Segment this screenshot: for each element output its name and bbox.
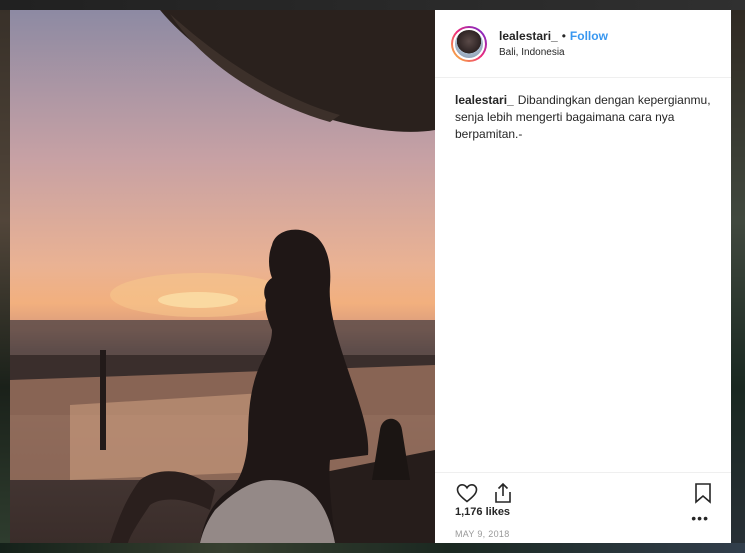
share-icon[interactable]	[491, 481, 515, 505]
heart-icon[interactable]	[455, 481, 479, 505]
location-link[interactable]: Bali, Indonesia	[499, 47, 608, 58]
sunset-photo-illustration	[10, 10, 435, 543]
like-count[interactable]: 1,176 likes	[455, 506, 510, 518]
post-caption: lealestari_ Dibandingkan dengan kepergian…	[435, 78, 731, 143]
post-photo[interactable]	[10, 10, 435, 543]
follow-button[interactable]: Follow	[570, 29, 608, 43]
post-date: MAY 9, 2018	[455, 529, 510, 539]
separator-dot: •	[561, 29, 566, 43]
post-sidebar: lealestari_ • Follow Bali, Indonesia lea…	[435, 10, 731, 543]
more-options-icon[interactable]: •••	[691, 510, 709, 526]
bookmark-icon[interactable]	[691, 481, 715, 505]
post-header: lealestari_ • Follow Bali, Indonesia	[435, 10, 731, 78]
post-modal: lealestari_ • Follow Bali, Indonesia lea…	[10, 10, 731, 543]
caption-username[interactable]: lealestari_	[455, 93, 514, 107]
avatar[interactable]	[451, 25, 487, 62]
username-link[interactable]: lealestari_	[499, 29, 558, 43]
